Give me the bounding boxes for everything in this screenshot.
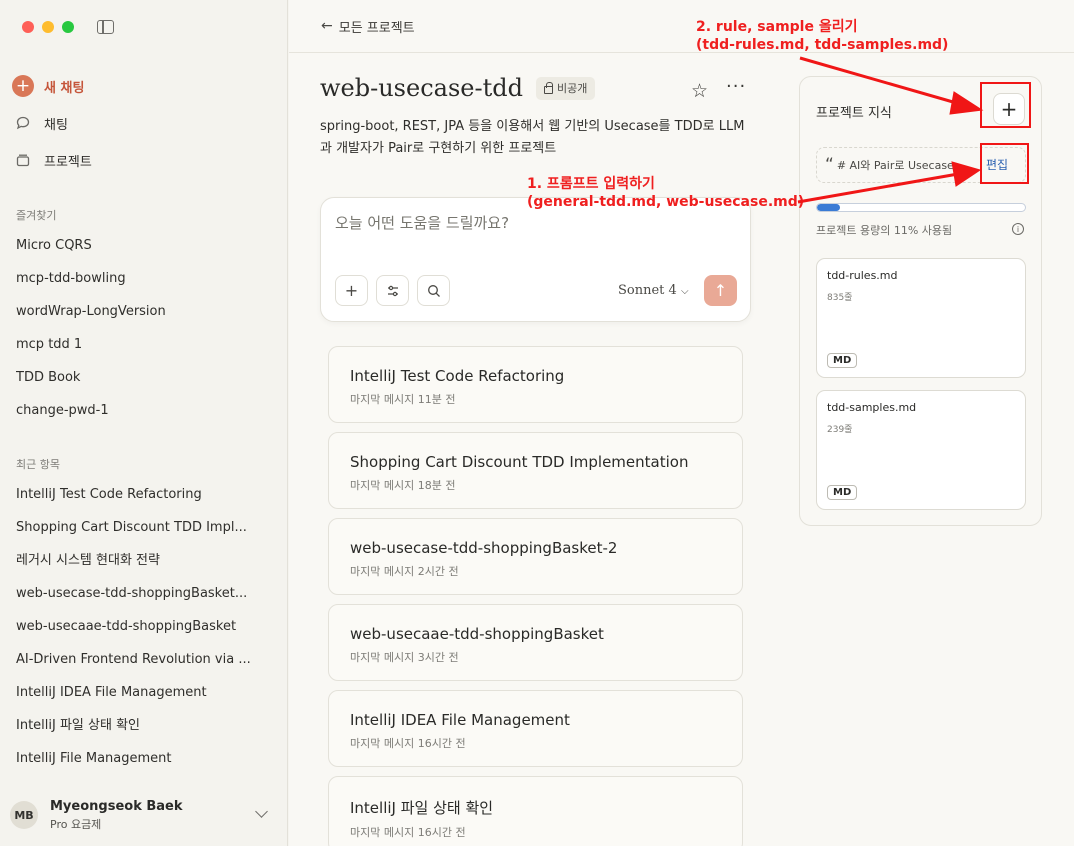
- file-type-badge: MD: [827, 485, 858, 500]
- user-plan: Pro 요금제: [50, 817, 102, 831]
- file-name: tdd-samples.md: [827, 401, 917, 414]
- chat-title: IntelliJ 파일 상태 확인: [350, 799, 494, 817]
- info-icon[interactable]: i: [1012, 223, 1024, 235]
- close-window-button[interactable]: [22, 21, 34, 33]
- recent-item[interactable]: IntelliJ File Management: [16, 742, 266, 775]
- sidebar-item-projects[interactable]: 프로젝트: [12, 147, 276, 173]
- list-item[interactable]: IntelliJ Test Code Refactoring 마지막 메시지 1…: [328, 346, 743, 423]
- highlight-add-button: [980, 82, 1031, 128]
- chat-title: IntelliJ Test Code Refactoring: [350, 367, 565, 385]
- chevron-down-icon: [255, 805, 268, 818]
- recent-item[interactable]: IntelliJ Test Code Refactoring: [16, 478, 266, 511]
- list-item[interactable]: Shopping Cart Discount TDD Implementatio…: [328, 432, 743, 509]
- chat-title: Shopping Cart Discount TDD Implementatio…: [350, 453, 689, 471]
- recents-list: IntelliJ Test Code Refactoring Shopping …: [16, 478, 266, 775]
- chat-bubble-icon: [12, 115, 34, 131]
- recent-item[interactable]: IntelliJ IDEA File Management: [16, 676, 266, 709]
- send-button[interactable]: ↑: [704, 275, 737, 306]
- annotation-enter-prompt: 1. 프롬프트 입력하기 (general-tdd.md, web-usecas…: [527, 176, 805, 210]
- folder-stack-icon: [12, 152, 34, 168]
- recent-item[interactable]: web-usecase-tdd-shoppingBasket...: [16, 577, 266, 610]
- research-button[interactable]: [417, 275, 450, 306]
- annotation-upload-rules: 2. rule, sample 올리기 (tdd-rules.md, tdd-s…: [696, 19, 949, 53]
- chat-title: web-usecaae-tdd-shoppingBasket: [350, 625, 604, 643]
- arrow-up-icon: ↑: [713, 281, 728, 300]
- favorites-heading: 즐겨찾기: [16, 209, 57, 222]
- back-to-projects-link[interactable]: 모든 프로젝트: [339, 17, 415, 36]
- star-icon[interactable]: ☆: [691, 80, 708, 102]
- file-type-badge: MD: [827, 353, 858, 368]
- chat-timestamp: 마지막 메시지 11분 전: [350, 393, 456, 406]
- sliders-icon: [387, 285, 398, 296]
- chat-timestamp: 마지막 메시지 2시간 전: [350, 565, 459, 578]
- plus-icon: +: [344, 281, 359, 300]
- window-controls: [22, 21, 74, 33]
- recent-item[interactable]: IntelliJ 파일 상태 확인: [16, 709, 266, 742]
- capacity-progress-fill: [817, 204, 840, 211]
- chat-timestamp: 마지막 메시지 18분 전: [350, 479, 456, 492]
- file-name: tdd-rules.md: [827, 269, 898, 282]
- capacity-progress-bar: [816, 203, 1026, 212]
- model-selector[interactable]: Sonnet 4 ⌵: [618, 283, 689, 298]
- project-chat-list: IntelliJ Test Code Refactoring 마지막 메시지 1…: [328, 346, 743, 846]
- list-item[interactable]: web-usecaae-tdd-shoppingBasket 마지막 메시지 3…: [328, 604, 743, 681]
- user-menu[interactable]: MB Myeongseok Baek Pro 요금제: [10, 797, 276, 833]
- user-name: Myeongseok Baek: [50, 798, 183, 814]
- favorite-item[interactable]: change-pwd-1: [16, 394, 266, 427]
- favorite-item[interactable]: mcp-tdd-bowling: [16, 262, 266, 295]
- chat-title: web-usecase-tdd-shoppingBasket-2: [350, 539, 618, 557]
- chat-timestamp: 마지막 메시지 3시간 전: [350, 651, 459, 664]
- avatar: MB: [10, 801, 38, 829]
- recents-heading: 최근 항목: [16, 458, 60, 471]
- knowledge-title: 프로젝트 지식: [816, 106, 892, 121]
- search-icon: [427, 284, 440, 297]
- favorites-list: Micro CQRS mcp-tdd-bowling wordWrap-Long…: [16, 229, 266, 427]
- knowledge-file-card[interactable]: tdd-rules.md 835줄 MD: [816, 258, 1026, 378]
- chat-composer: + Sonnet 4 ⌵ ↑: [320, 197, 751, 322]
- topbar: ← 모든 프로젝트: [289, 0, 1074, 53]
- highlight-edit-button: [980, 143, 1029, 184]
- back-arrow-icon[interactable]: ←: [321, 18, 333, 34]
- minimize-window-button[interactable]: [42, 21, 54, 33]
- file-line-count: 835줄: [827, 293, 853, 303]
- recent-item[interactable]: Shopping Cart Discount TDD Impl...: [16, 511, 266, 544]
- favorite-item[interactable]: TDD Book: [16, 361, 266, 394]
- chat-timestamp: 마지막 메시지 16시간 전: [350, 737, 466, 750]
- recent-item[interactable]: AI-Driven Frontend Revolution via ...: [16, 643, 266, 676]
- page-title: web-usecase-tdd: [320, 74, 523, 102]
- knowledge-file-card[interactable]: tdd-samples.md 239줄 MD: [816, 390, 1026, 510]
- quote-icon: “: [825, 155, 834, 175]
- maximize-window-button[interactable]: [62, 21, 74, 33]
- sidebar: + 새 채팅 채팅 프로젝트 즐겨찾기 Micro CQRS mcp-tdd-b…: [0, 0, 288, 846]
- favorite-item[interactable]: wordWrap-LongVersion: [16, 295, 266, 328]
- list-item[interactable]: web-usecase-tdd-shoppingBasket-2 마지막 메시지…: [328, 518, 743, 595]
- sidebar-item-chats[interactable]: 채팅: [12, 110, 276, 136]
- sidebar-nav: + 새 채팅 채팅 프로젝트: [12, 73, 276, 184]
- main-area: ← 모든 프로젝트 web-usecase-tdd 비공개 ☆ ··· spri…: [289, 0, 1074, 846]
- recent-item[interactable]: 레거시 시스템 현대화 전략: [16, 544, 266, 577]
- capacity-usage-text: 프로젝트 용량의 11% 사용됨: [816, 224, 953, 237]
- project-description: spring-boot, REST, JPA 등을 이용해서 웹 기반의 Use…: [320, 119, 745, 156]
- chat-title: IntelliJ IDEA File Management: [350, 711, 570, 729]
- project-header: web-usecase-tdd 비공개: [320, 74, 596, 102]
- attach-button[interactable]: +: [335, 275, 368, 306]
- favorite-item[interactable]: Micro CQRS: [16, 229, 266, 262]
- list-item[interactable]: IntelliJ IDEA File Management 마지막 메시지 16…: [328, 690, 743, 767]
- message-input[interactable]: [335, 214, 735, 232]
- chat-timestamp: 마지막 메시지 16시간 전: [350, 826, 466, 839]
- visibility-badge[interactable]: 비공개: [535, 76, 596, 100]
- file-line-count: 239줄: [827, 425, 853, 435]
- more-options-icon[interactable]: ···: [726, 76, 746, 97]
- lock-icon: [543, 81, 553, 94]
- tools-button[interactable]: [376, 275, 409, 306]
- list-item[interactable]: IntelliJ 파일 상태 확인 마지막 메시지 16시간 전: [328, 776, 743, 846]
- recent-item[interactable]: web-usecaae-tdd-shoppingBasket: [16, 610, 266, 643]
- sidebar-toggle-icon[interactable]: [97, 20, 114, 34]
- favorite-item[interactable]: mcp tdd 1: [16, 328, 266, 361]
- new-chat-button[interactable]: + 새 채팅: [12, 73, 276, 99]
- plus-icon: +: [12, 75, 34, 97]
- chevron-down-icon: ⌵: [680, 286, 689, 297]
